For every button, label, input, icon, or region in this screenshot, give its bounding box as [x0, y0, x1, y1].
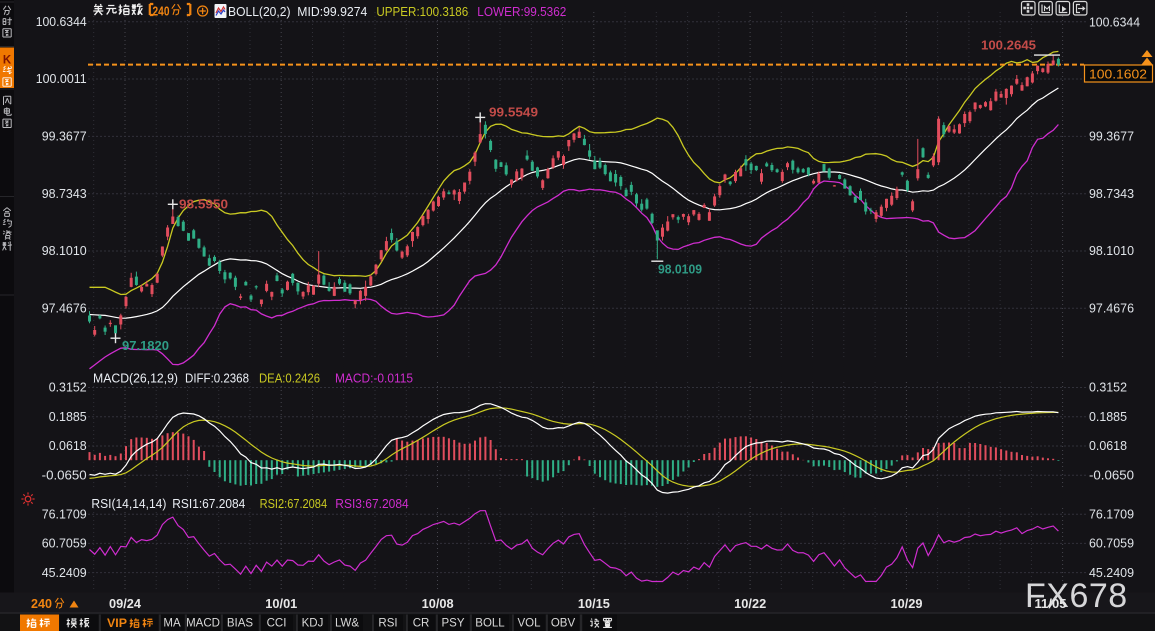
svg-text:LW&: LW& [335, 618, 359, 630]
svg-text:MACD:-0.0115: MACD:-0.0115 [335, 371, 413, 386]
svg-text:0.0618: 0.0618 [49, 438, 87, 453]
svg-text:RSI: RSI [378, 618, 397, 630]
svg-text:MACD: MACD [186, 618, 220, 630]
svg-text:UPPER:100.3186: UPPER:100.3186 [376, 4, 468, 19]
svg-text:RSI2:67.2084: RSI2:67.2084 [260, 496, 328, 511]
svg-text:100.0011: 100.0011 [36, 71, 87, 86]
svg-text:60.7059: 60.7059 [42, 536, 87, 551]
svg-text:LOWER:99.5362: LOWER:99.5362 [477, 4, 566, 19]
svg-text:BOLL: BOLL [475, 618, 505, 630]
svg-text:DEA:0.2426: DEA:0.2426 [259, 371, 320, 386]
svg-text:-0.0650: -0.0650 [1089, 467, 1134, 482]
svg-text:DIFF:0.2368: DIFF:0.2368 [185, 371, 249, 386]
svg-text:MA: MA [163, 618, 181, 630]
svg-text:KDJ: KDJ [302, 618, 324, 630]
svg-text:100.1602: 100.1602 [1089, 67, 1147, 82]
svg-text:98.0109: 98.0109 [658, 262, 702, 277]
svg-text:240: 240 [153, 3, 170, 18]
svg-text:BIAS: BIAS [227, 618, 254, 630]
svg-text:10/01: 10/01 [265, 597, 297, 611]
svg-text:76.1709: 76.1709 [42, 506, 87, 521]
svg-text:98.7343: 98.7343 [1089, 186, 1134, 201]
svg-text:BOLL(20,2): BOLL(20,2) [228, 4, 291, 19]
svg-text:10/08: 10/08 [422, 597, 454, 611]
svg-text:10/29: 10/29 [891, 597, 923, 611]
svg-text:OBV: OBV [551, 618, 576, 630]
svg-text:97.4676: 97.4676 [1089, 301, 1134, 316]
svg-text:0.0618: 0.0618 [1089, 438, 1127, 453]
svg-text:09/24: 09/24 [109, 597, 141, 611]
svg-text:97.4676: 97.4676 [42, 301, 87, 316]
svg-text:100.6344: 100.6344 [1089, 15, 1140, 30]
svg-text:RSI1:67.2084: RSI1:67.2084 [172, 496, 245, 511]
svg-text:0.1885: 0.1885 [49, 409, 87, 424]
svg-text:0.3152: 0.3152 [1089, 380, 1127, 395]
svg-text:99.3677: 99.3677 [42, 129, 87, 144]
svg-text:VIP: VIP [107, 618, 127, 630]
svg-text:MACD(26,12,9): MACD(26,12,9) [93, 371, 178, 386]
svg-text:0.1885: 0.1885 [1089, 409, 1127, 424]
svg-text:98.1010: 98.1010 [42, 243, 87, 258]
svg-text:PSY: PSY [441, 618, 464, 630]
svg-text:11/05: 11/05 [1035, 597, 1067, 611]
svg-text:CR: CR [413, 618, 430, 630]
svg-text:MID:99.9274: MID:99.9274 [297, 4, 367, 19]
svg-text:60.7059: 60.7059 [1089, 536, 1134, 551]
svg-text:97.1820: 97.1820 [122, 338, 169, 353]
svg-text:45.2409: 45.2409 [1089, 565, 1134, 580]
svg-text:RSI(14,14,14): RSI(14,14,14) [91, 496, 166, 511]
svg-text:100.6344: 100.6344 [36, 14, 87, 29]
svg-text:10/22: 10/22 [734, 597, 766, 611]
svg-text:VOL: VOL [517, 618, 541, 630]
svg-text:RSI3:67.2084: RSI3:67.2084 [335, 496, 408, 511]
svg-text:98.5950: 98.5950 [179, 198, 228, 212]
svg-text:76.1709: 76.1709 [1089, 506, 1134, 521]
svg-text:0.3152: 0.3152 [49, 380, 87, 395]
svg-text:98.1010: 98.1010 [1089, 243, 1134, 258]
svg-text:99.3677: 99.3677 [1089, 129, 1134, 144]
svg-text:98.7343: 98.7343 [42, 186, 87, 201]
svg-text:240: 240 [31, 596, 52, 611]
svg-text:99.5549: 99.5549 [489, 106, 538, 120]
svg-text:CCI: CCI [267, 618, 287, 630]
svg-text:100.2645: 100.2645 [981, 39, 1036, 53]
svg-text:45.2409: 45.2409 [42, 565, 87, 580]
svg-text:K: K [3, 55, 12, 67]
svg-text:-0.0650: -0.0650 [42, 467, 87, 482]
svg-text:10/15: 10/15 [578, 597, 610, 611]
